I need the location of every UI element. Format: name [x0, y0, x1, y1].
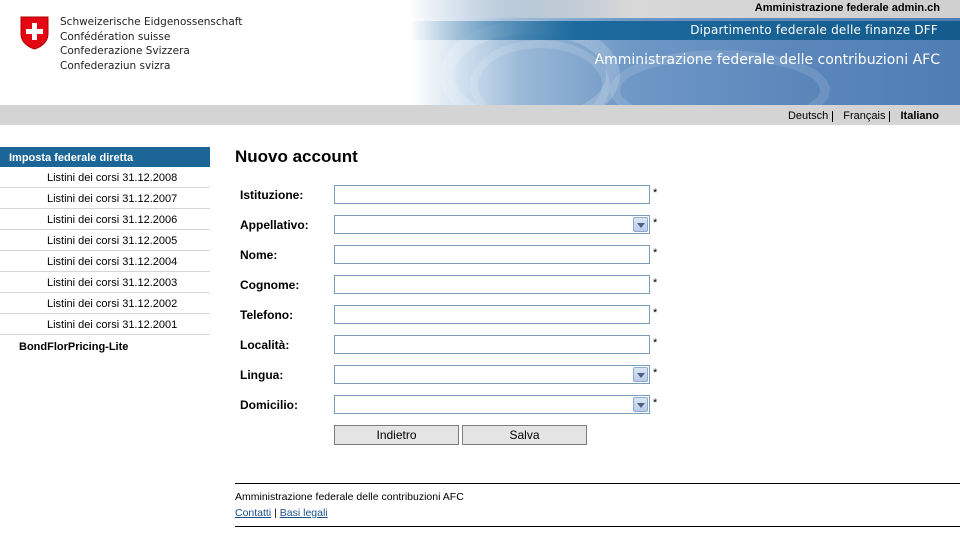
- required-mark: *: [653, 337, 658, 349]
- telefono-input[interactable]: [334, 305, 650, 324]
- form-row-lingua: Lingua: *: [240, 365, 670, 385]
- admin-bar: Amministrazione federale admin.ch: [410, 0, 960, 18]
- field-label: Nome:: [240, 248, 278, 262]
- chevron-down-icon[interactable]: [633, 367, 648, 382]
- required-mark: *: [653, 277, 658, 289]
- field-label: Lingua:: [240, 368, 284, 382]
- sidebar-item-bondflor[interactable]: BondFlorPricing-Lite: [0, 335, 210, 356]
- domicilio-select[interactable]: [334, 395, 650, 414]
- department-bar: Dipartimento federale delle finanze DFF: [410, 21, 960, 40]
- swiss-crest-icon: [20, 16, 49, 50]
- admin-link[interactable]: Amministrazione federale admin.ch: [755, 2, 940, 14]
- form-row-localita: Località: *: [240, 335, 670, 355]
- sidebar-item-listini-2007[interactable]: Listini dei corsi 31.12.2007: [0, 188, 210, 209]
- nome-input[interactable]: [334, 245, 650, 264]
- required-mark: *: [653, 247, 658, 259]
- back-button[interactable]: Indietro: [334, 425, 459, 445]
- form-row-cognome: Cognome: *: [240, 275, 670, 295]
- confederation-names: Schweizerische Eidgenossenschaft Confédé…: [60, 15, 242, 73]
- sidebar-item-listini-2006[interactable]: Listini dei corsi 31.12.2006: [0, 209, 210, 230]
- sidebar-item-listini-2005[interactable]: Listini dei corsi 31.12.2005: [0, 230, 210, 251]
- lang-separator: [832, 110, 839, 122]
- field-label: Istituzione:: [240, 188, 304, 202]
- required-mark: *: [653, 367, 658, 379]
- sidebar-heading[interactable]: Imposta federale diretta: [0, 147, 210, 167]
- sidebar-nav: Imposta federale diretta Listini dei cor…: [0, 147, 210, 356]
- confederation-line: Schweizerische Eidgenossenschaft: [60, 16, 243, 28]
- form-row-telefono: Telefono: *: [240, 305, 670, 325]
- page-title: Nuovo account: [235, 147, 358, 166]
- field-label: Località:: [240, 338, 290, 352]
- required-mark: *: [653, 187, 658, 199]
- lang-separator: [889, 110, 896, 122]
- form-row-nome: Nome: *: [240, 245, 670, 265]
- footer-divider: [235, 526, 960, 527]
- legal-basis-link[interactable]: Basi legali: [280, 507, 328, 519]
- form-buttons: Indietro Salva: [240, 425, 670, 445]
- required-mark: *: [653, 307, 658, 319]
- main-content: Nuovo account Istituzione: * Appellativo…: [235, 147, 960, 445]
- chevron-down-icon[interactable]: [633, 397, 648, 412]
- save-button[interactable]: Salva: [462, 425, 587, 445]
- contacts-link[interactable]: Contatti: [235, 507, 271, 519]
- appellativo-select[interactable]: [334, 215, 650, 234]
- sidebar-item-listini-2002[interactable]: Listini dei corsi 31.12.2002: [0, 293, 210, 314]
- lang-italiano[interactable]: Italiano: [897, 110, 942, 122]
- footer-divider: [235, 483, 960, 484]
- istituzione-input[interactable]: [334, 185, 650, 204]
- language-switcher: Deutsch Français Italiano: [785, 110, 942, 122]
- footer-separator: |: [274, 507, 277, 519]
- localita-input[interactable]: [334, 335, 650, 354]
- confederation-line: Confédération suisse: [60, 30, 171, 43]
- field-label: Appellativo:: [240, 218, 309, 232]
- sidebar-item-listini-2001[interactable]: Listini dei corsi 31.12.2001: [0, 314, 210, 335]
- footer-links: Contatti | Basi legali: [235, 507, 328, 519]
- confederation-line: Confederaziun svizra: [60, 59, 171, 72]
- sidebar-item-listini-2004[interactable]: Listini dei corsi 31.12.2004: [0, 251, 210, 272]
- field-label: Domicilio:: [240, 398, 299, 412]
- field-label: Cognome:: [240, 278, 300, 292]
- cognome-input[interactable]: [334, 275, 650, 294]
- form-row-appellativo: Appellativo: *: [240, 215, 670, 235]
- footer-office: Amministrazione federale delle contribuz…: [235, 491, 464, 503]
- lingua-select[interactable]: [334, 365, 650, 384]
- form-row-domicilio: Domicilio: *: [240, 395, 670, 415]
- field-label: Telefono:: [240, 308, 294, 322]
- form-row-istituzione: Istituzione: *: [240, 185, 670, 205]
- office-title: Amministrazione federale delle contribuz…: [594, 52, 941, 68]
- department-name[interactable]: Dipartimento federale delle finanze DFF: [690, 23, 938, 37]
- chevron-down-icon[interactable]: [633, 217, 648, 232]
- required-mark: *: [653, 217, 658, 229]
- sidebar-item-listini-2003[interactable]: Listini dei corsi 31.12.2003: [0, 272, 210, 293]
- lang-francais[interactable]: Français: [840, 110, 888, 122]
- confederation-line: Confederazione Svizzera: [60, 45, 190, 57]
- sidebar-item-listini-2008[interactable]: Listini dei corsi 31.12.2008: [0, 167, 210, 188]
- lang-deutsch[interactable]: Deutsch: [785, 110, 831, 122]
- required-mark: *: [653, 397, 658, 409]
